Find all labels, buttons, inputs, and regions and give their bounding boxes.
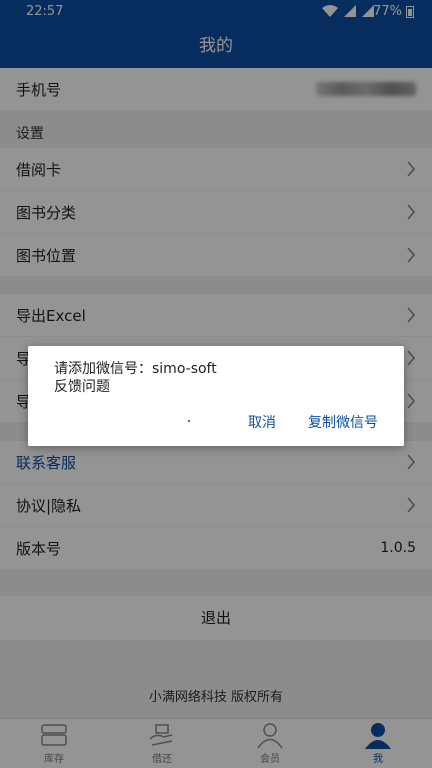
dialog-buttons: 取消 复制微信号 [248,412,378,432]
dialog-message-line1: 请添加微信号：simo-soft [54,361,217,377]
cancel-button[interactable]: 取消 [248,412,276,432]
dialog-message: 请添加微信号：simo-soft 反馈问题 [54,360,217,396]
dialog-message-line2: 反馈问题 [54,379,110,395]
copy-wechat-button[interactable]: 复制微信号 [308,412,378,432]
dialog-dot [188,420,190,422]
contact-dialog: 请添加微信号：simo-soft 反馈问题 取消 复制微信号 [28,346,404,446]
